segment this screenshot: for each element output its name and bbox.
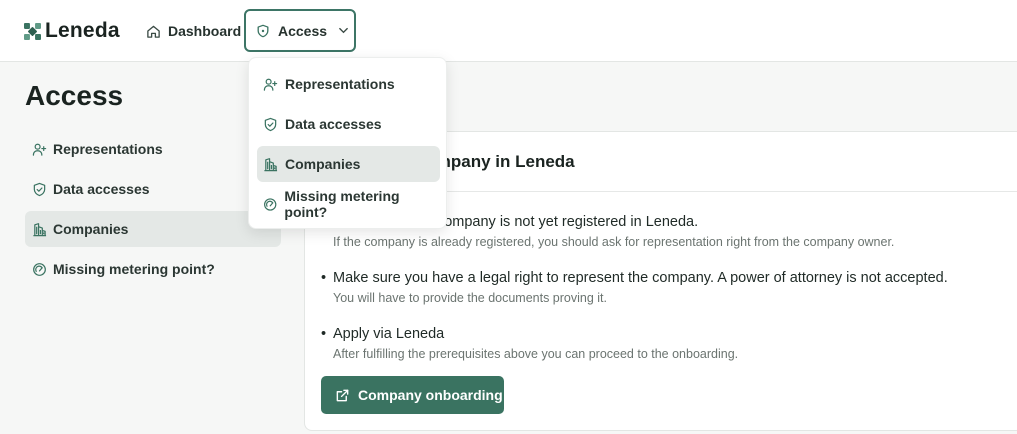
requirement-note: You will have to provide the documents p… — [333, 291, 608, 305]
menu-item-missing-metering-point[interactable]: Missing metering point? — [257, 186, 440, 222]
shield-check-icon — [264, 117, 277, 131]
nav-dashboard-link[interactable]: Dashboard — [146, 18, 241, 44]
shield-check-icon — [33, 182, 46, 196]
requirement-text: Make sure you have a legal right to repr… — [333, 270, 948, 286]
home-icon — [147, 25, 160, 38]
sidebar-item-label: Companies — [53, 221, 129, 237]
company-onboarding-label: Company onboarding — [358, 387, 503, 403]
menu-item-label: Representations — [285, 76, 395, 92]
gauge-icon — [264, 197, 277, 211]
bullet: • — [321, 270, 327, 286]
menu-item-label: Missing metering point? — [284, 188, 400, 220]
requirement-item: • Make sure you have a legal right to rep… — [321, 270, 948, 305]
shield-icon — [257, 24, 269, 37]
menu-item-data-accesses[interactable]: Data accesses — [257, 106, 440, 142]
top-navigation-bar: Leneda Dashboard Access — [0, 0, 1017, 62]
menu-item-representations[interactable]: Representations — [257, 66, 440, 102]
user-plus-icon — [263, 78, 278, 91]
nav-access-label: Access — [278, 22, 328, 39]
sidebar-item-representations[interactable]: Representations — [25, 131, 281, 167]
sidebar-item-label: Data accesses — [53, 181, 150, 197]
access-dropdown-menu: Representations Data accesses Companies … — [248, 57, 447, 229]
menu-item-label: Data accesses — [285, 116, 382, 132]
leneda-logo-icon — [24, 22, 41, 40]
gauge-icon — [33, 262, 46, 276]
menu-item-label: Companies — [285, 156, 361, 172]
sidebar-item-missing-metering-point[interactable]: Missing metering point? — [25, 251, 281, 287]
menu-item-companies[interactable]: Companies — [257, 146, 440, 182]
building-icon — [33, 222, 47, 236]
requirement-note: If the company is already registered, yo… — [333, 235, 895, 249]
brand-logo[interactable]: Leneda — [24, 18, 120, 44]
sidebar-item-data-accesses[interactable]: Data accesses — [25, 171, 281, 207]
user-plus-icon — [32, 143, 47, 156]
chevron-down-icon — [339, 27, 348, 34]
requirement-text: Apply via Leneda — [333, 326, 445, 342]
page-title: Access — [25, 80, 124, 111]
brand-name: Leneda — [45, 19, 120, 42]
external-link-icon — [336, 389, 349, 401]
company-onboarding-button[interactable]: Company onboarding — [321, 376, 504, 414]
nav-dashboard-label: Dashboard — [168, 23, 242, 39]
bullet: • — [321, 326, 327, 342]
sidebar-item-label: Representations — [53, 141, 163, 157]
requirement-item: • Apply via Leneda After fulfilling the p… — [321, 326, 738, 361]
requirement-note: After fulfilling the prerequisites above… — [333, 347, 739, 361]
nav-access-menu-button[interactable]: Access — [244, 9, 356, 52]
building-icon — [264, 157, 278, 171]
sidebar-item-companies[interactable]: Companies — [25, 211, 281, 247]
sidebar-item-label: Missing metering point? — [53, 261, 215, 277]
